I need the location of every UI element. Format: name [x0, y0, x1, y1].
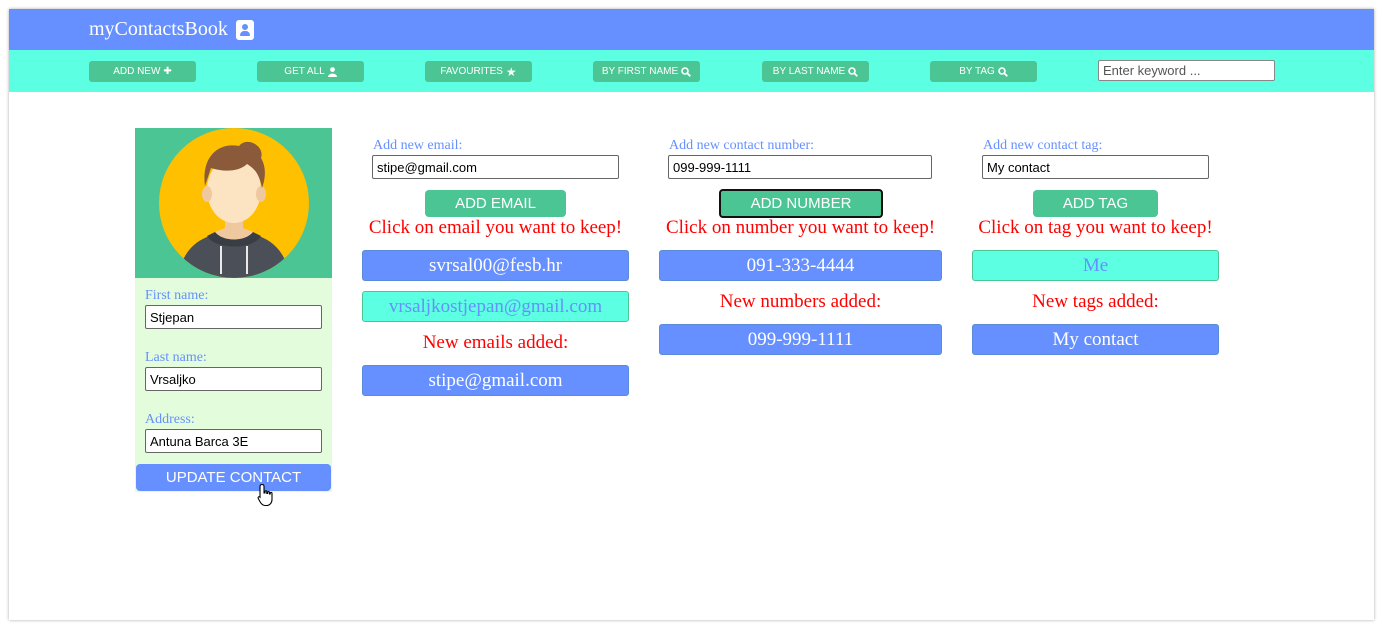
hand-pointer-cursor-icon: [257, 483, 273, 507]
number-label: Add new contact number:: [669, 138, 815, 153]
nav-label: GET ALL: [284, 66, 325, 77]
new-numbers-heading: New numbers added:: [719, 291, 882, 312]
add-number-button[interactable]: ADD NUMBER: [719, 189, 883, 218]
tag-item-selected[interactable]: Me: [972, 250, 1219, 281]
email-label: Add new email:: [373, 138, 463, 153]
by-tag-button[interactable]: BY TAG: [930, 61, 1037, 82]
get-all-button[interactable]: GET ALL: [257, 61, 364, 82]
address-book-icon: [235, 19, 254, 40]
avatar-panel: [135, 128, 332, 278]
last-name-label: Last name:: [145, 350, 207, 365]
add-email-button[interactable]: ADD EMAIL: [425, 190, 566, 217]
address-field[interactable]: [145, 429, 322, 453]
brand[interactable]: myContactsBook: [89, 18, 254, 41]
number-hint: Click on number you want to keep!: [665, 217, 936, 238]
search-icon: [848, 66, 859, 77]
update-contact-button[interactable]: UPDATE CONTACT: [136, 464, 331, 491]
added-number-item[interactable]: 099-999-1111: [659, 324, 942, 355]
nav-label: BY LAST NAME: [772, 66, 846, 77]
user-icon: [327, 66, 337, 77]
search-input[interactable]: [1098, 60, 1275, 81]
search-icon: [681, 66, 692, 77]
email-hint: Click on email you want to keep!: [368, 217, 623, 238]
plus-square-icon: ✚: [163, 66, 172, 77]
top-bar: myContactsBook: [9, 9, 1374, 50]
search-icon: [997, 66, 1008, 77]
favourites-button[interactable]: FAVOURITES ★: [425, 61, 532, 82]
add-new-button[interactable]: ADD NEW ✚: [89, 61, 196, 82]
tag-hint: Click on tag you want to keep!: [978, 217, 1213, 238]
contact-card: First name: Last name: Address: UPDATE C…: [135, 128, 332, 492]
app-title: myContactsBook: [89, 18, 228, 40]
new-emails-heading: New emails added:: [422, 332, 569, 353]
app-window: myContactsBook ADD NEW ✚ GET ALL FAVOURI…: [9, 9, 1374, 620]
nav-bar: ADD NEW ✚ GET ALL FAVOURITES ★ BY FIRST …: [9, 50, 1374, 92]
number-input[interactable]: [668, 155, 932, 179]
email-item-selected[interactable]: vrsaljkostjepan@gmail.com: [362, 291, 629, 322]
nav-label: ADD NEW: [113, 66, 161, 77]
first-name-label: First name:: [145, 288, 209, 303]
email-input[interactable]: [372, 155, 619, 179]
nav-label: BY TAG: [959, 66, 995, 77]
added-tag-item[interactable]: My contact: [972, 324, 1219, 355]
avatar: [159, 128, 309, 278]
star-icon: ★: [505, 64, 517, 79]
add-tag-button[interactable]: ADD TAG: [1033, 190, 1158, 217]
added-email-item[interactable]: stipe@gmail.com: [362, 365, 629, 396]
by-first-name-button[interactable]: BY FIRST NAME: [593, 61, 700, 82]
address-label: Address:: [145, 412, 195, 427]
last-name-field[interactable]: [145, 367, 322, 391]
tag-input[interactable]: [982, 155, 1209, 179]
first-name-field[interactable]: [145, 305, 322, 329]
email-item[interactable]: svrsal00@fesb.hr: [362, 250, 629, 281]
tag-label: Add new contact tag:: [983, 138, 1103, 153]
nav-label: BY FIRST NAME: [601, 66, 679, 77]
new-tags-heading: New tags added:: [1032, 291, 1159, 312]
by-last-name-button[interactable]: BY LAST NAME: [762, 61, 869, 82]
number-item[interactable]: 091-333-4444: [659, 250, 942, 281]
nav-label: FAVOURITES: [440, 66, 503, 77]
